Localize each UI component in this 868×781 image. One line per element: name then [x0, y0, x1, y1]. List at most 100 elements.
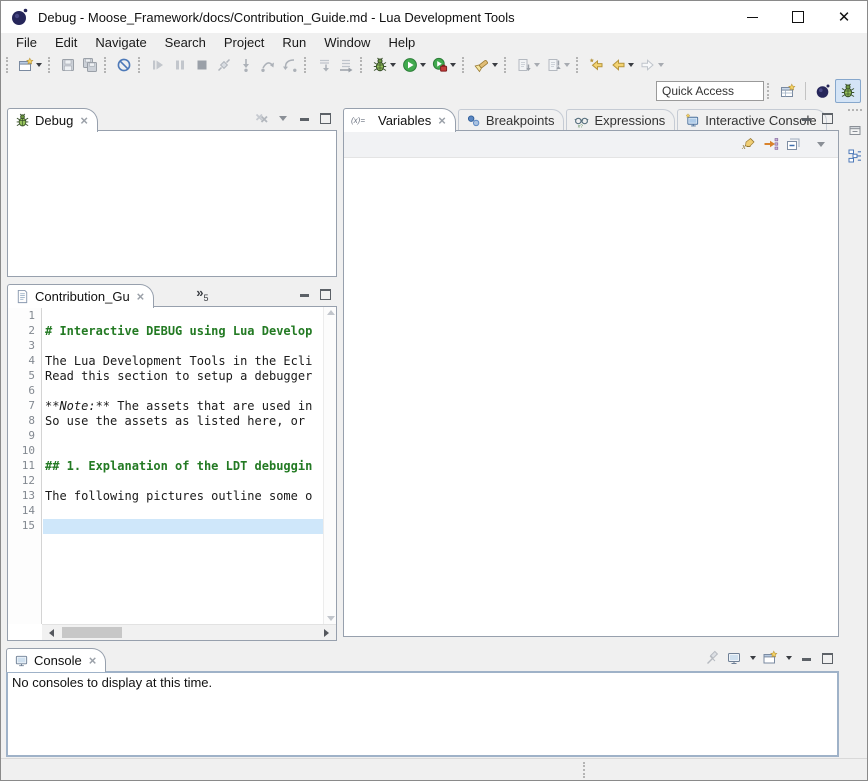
resume-button[interactable]: [148, 54, 168, 76]
back-button[interactable]: [608, 54, 636, 76]
previous-annotation-button[interactable]: [544, 54, 572, 76]
line-number[interactable]: 14: [8, 504, 41, 519]
tab-close-icon[interactable]: ×: [89, 654, 97, 667]
console-body[interactable]: No consoles to display at this time.: [6, 671, 839, 757]
tab-console[interactable]: Console ×: [6, 648, 106, 672]
line-number[interactable]: 11: [8, 459, 41, 474]
line-number[interactable]: 6: [8, 384, 41, 399]
remove-all-terminated-button[interactable]: [255, 111, 269, 125]
tab-debug[interactable]: Debug ×: [7, 108, 98, 132]
quick-access-input[interactable]: [656, 81, 764, 101]
collapse-all-button[interactable]: [786, 137, 800, 151]
line-number[interactable]: 4: [8, 354, 41, 369]
editor-line[interactable]: [43, 519, 323, 534]
editor-line[interactable]: [43, 429, 323, 444]
use-step-filters-button[interactable]: [336, 54, 356, 76]
editor-line[interactable]: [43, 504, 323, 519]
dropdown-arrow-icon[interactable]: [628, 63, 634, 67]
pin-console-button[interactable]: [706, 651, 720, 665]
minimize-view-button[interactable]: [799, 111, 813, 125]
step-over-button[interactable]: [258, 54, 278, 76]
search-button[interactable]: [472, 54, 500, 76]
editor-line[interactable]: [43, 309, 323, 324]
save-all-button[interactable]: [80, 54, 100, 76]
editor-line[interactable]: The following pictures outline some o: [43, 489, 323, 504]
maximize-view-button[interactable]: [318, 111, 332, 125]
editor-line[interactable]: [43, 339, 323, 354]
window-close-button[interactable]: ✕: [821, 1, 867, 33]
line-number[interactable]: 10: [8, 444, 41, 459]
editor-vertical-scrollbar[interactable]: [323, 307, 336, 624]
dropdown-arrow-icon[interactable]: [492, 63, 498, 67]
menu-window[interactable]: Window: [315, 34, 379, 51]
line-number[interactable]: 2: [8, 324, 41, 339]
line-number[interactable]: 13: [8, 489, 41, 504]
dropdown-arrow-icon[interactable]: [450, 63, 456, 67]
maximize-view-button[interactable]: [318, 287, 332, 301]
open-console-button[interactable]: [763, 651, 777, 665]
menu-search[interactable]: Search: [156, 34, 215, 51]
view-menu-button[interactable]: [276, 111, 290, 125]
view-menu-button[interactable]: [814, 137, 828, 151]
external-tools-button[interactable]: [430, 54, 458, 76]
dropdown-arrow-icon[interactable]: [36, 63, 42, 67]
tab-close-icon[interactable]: ×: [438, 114, 446, 127]
show-type-names-button[interactable]: x=: [742, 137, 756, 151]
window-maximize-button[interactable]: [775, 1, 821, 33]
dropdown-arrow-icon[interactable]: [390, 63, 396, 67]
outline-view-button[interactable]: [845, 146, 865, 166]
window-minimize-button[interactable]: [729, 1, 775, 33]
line-number[interactable]: 3: [8, 339, 41, 354]
menu-edit[interactable]: Edit: [46, 34, 86, 51]
dropdown-arrow-icon[interactable]: [564, 63, 570, 67]
step-return-button[interactable]: [280, 54, 300, 76]
menu-navigate[interactable]: Navigate: [86, 34, 155, 51]
hidden-editors-chevron[interactable]: » 5: [196, 287, 208, 307]
editor-line[interactable]: **Note:** The assets that are used in: [43, 399, 323, 414]
step-into-button[interactable]: [236, 54, 256, 76]
tab-editor-contribution-guide[interactable]: Contribution_Gu ×: [7, 284, 154, 308]
save-button[interactable]: [58, 54, 78, 76]
forward-button[interactable]: [638, 54, 666, 76]
editor-line[interactable]: Read this section to setup a debugger: [43, 369, 323, 384]
terminate-button[interactable]: [192, 54, 212, 76]
drop-to-frame-button[interactable]: [314, 54, 334, 76]
skip-all-breakpoints-button[interactable]: [114, 54, 134, 76]
line-number[interactable]: 15: [8, 519, 41, 534]
perspective-button-debug[interactable]: [835, 79, 861, 103]
maximize-view-button[interactable]: [820, 111, 834, 125]
new-wizard-button[interactable]: [16, 54, 44, 76]
dropdown-arrow-icon[interactable]: [786, 656, 792, 660]
restore-minimized-views-button[interactable]: [845, 120, 865, 140]
menu-run[interactable]: Run: [273, 34, 315, 51]
editor-line[interactable]: ## 1. Explanation of the LDT debuggin: [43, 459, 323, 474]
dropdown-arrow-icon[interactable]: [750, 656, 756, 660]
next-annotation-button[interactable]: [514, 54, 542, 76]
tab-close-icon[interactable]: ×: [137, 290, 145, 303]
scrollbar-thumb[interactable]: [62, 627, 122, 638]
menu-help[interactable]: Help: [379, 34, 424, 51]
tab-breakpoints[interactable]: Breakpoints: [458, 109, 565, 131]
line-number-ruler[interactable]: 123456789101112131415: [8, 307, 42, 624]
line-number[interactable]: 12: [8, 474, 41, 489]
tab-expressions[interactable]: x?Expressions: [566, 109, 675, 131]
statusbar-drag-handle[interactable]: [583, 762, 588, 778]
menu-file[interactable]: File: [7, 34, 46, 51]
line-number[interactable]: 8: [8, 414, 41, 429]
editor-horizontal-scrollbar[interactable]: [42, 624, 336, 640]
editor-line[interactable]: So use the assets as listed here, or: [43, 414, 323, 429]
dropdown-arrow-icon[interactable]: [420, 63, 426, 67]
editor-content[interactable]: # Interactive DEBUG using Lua Develop The…: [43, 307, 323, 624]
line-number[interactable]: 1: [8, 309, 41, 324]
tab-close-icon[interactable]: ×: [80, 114, 88, 127]
line-number[interactable]: 5: [8, 369, 41, 384]
suspend-button[interactable]: [170, 54, 190, 76]
minimize-view-button[interactable]: [297, 111, 311, 125]
editor-line[interactable]: # Interactive DEBUG using Lua Develop: [43, 324, 323, 339]
maximize-view-button[interactable]: [820, 651, 834, 665]
editor-line[interactable]: [43, 384, 323, 399]
tab-variables[interactable]: (x)=Variables×: [343, 108, 456, 132]
display-selected-console-button[interactable]: [727, 651, 741, 665]
open-perspective-button[interactable]: [776, 80, 800, 102]
dropdown-arrow-icon[interactable]: [534, 63, 540, 67]
